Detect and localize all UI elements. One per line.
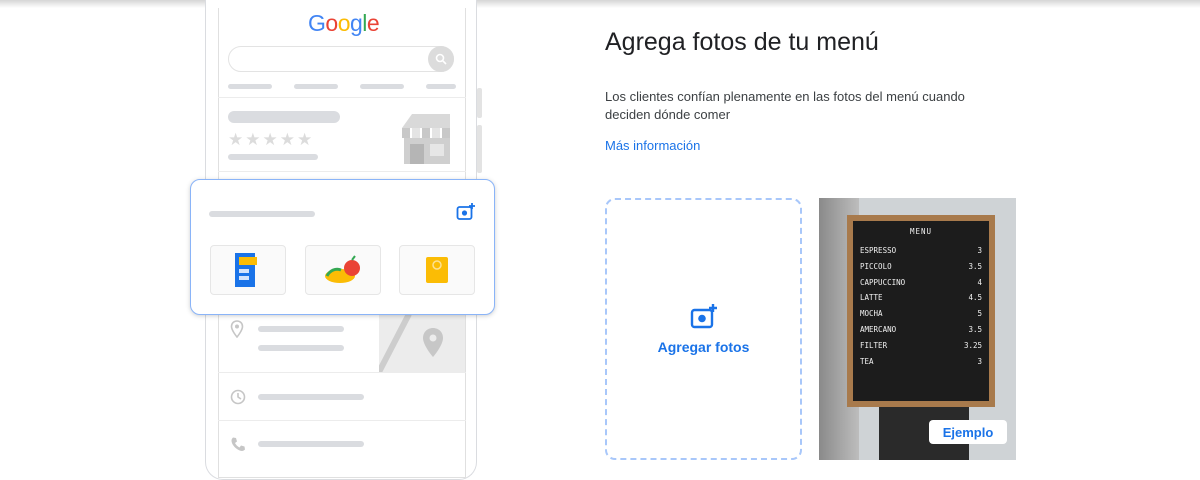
menu-board-row: TEA 3 <box>860 357 982 373</box>
map-thumbnail <box>376 312 465 377</box>
google-logo-letter: g <box>349 10 363 36</box>
menu-item-name: ESPRESSO <box>860 246 897 255</box>
divider <box>218 372 466 373</box>
menu-item-price: 3.25 <box>963 340 982 350</box>
search-icon <box>428 46 454 72</box>
divider <box>218 97 466 98</box>
menu-item-name: FILTER <box>860 340 888 350</box>
placeholder-bar <box>426 84 456 89</box>
menu-board-row: CAPPUCCINO 4 <box>860 278 982 294</box>
preview-search-bar <box>228 46 454 72</box>
google-logo-letter: o <box>337 10 351 36</box>
menu-photo-icon <box>235 253 257 287</box>
placeholder-bar <box>258 441 364 447</box>
drink-photo-icon <box>426 257 448 283</box>
placeholder-bar <box>258 326 344 332</box>
menu-photo-thumbnail <box>210 245 286 295</box>
menu-item-price: 3.5 <box>968 324 982 334</box>
menu-board-row: FILTER 3.25 <box>860 341 982 357</box>
description-text: Los clientes confían plenamente en las f… <box>605 89 965 122</box>
menu-item-price: 4 <box>977 277 982 287</box>
menu-board-row: PICCOLO 3.5 <box>860 262 982 278</box>
example-badge: Ejemplo <box>929 420 1007 444</box>
add-photo-icon <box>690 304 717 329</box>
add-photos-button[interactable]: Agregar fotos <box>605 198 802 460</box>
food-photo-icon <box>325 255 360 283</box>
placeholder-title-bar <box>228 111 340 123</box>
menu-item-price: 5 <box>977 309 982 319</box>
more-info-link[interactable]: Más información <box>605 138 700 153</box>
menu-item-price: 3 <box>977 246 982 255</box>
add-photo-icon <box>456 202 476 227</box>
menu-item-name: PICCOLO <box>860 261 892 271</box>
menu-item-name: CAPPUCCINO <box>860 277 906 287</box>
placeholder-bar <box>228 154 318 160</box>
drink-photo-thumbnail <box>399 245 475 295</box>
menu-board-title: MENU <box>909 227 933 236</box>
google-logo-letter: G <box>308 10 326 36</box>
menu-item-price: 4.5 <box>968 293 982 303</box>
placeholder-bar <box>228 84 272 89</box>
placeholder-bar <box>209 211 315 217</box>
star-rating: ★★★★★ <box>228 130 315 149</box>
menu-board-row: ESPRESSO 3 <box>860 246 982 262</box>
divider <box>218 420 466 421</box>
location-pin-icon <box>230 320 244 343</box>
menu-board: MENU ESPRESSO 3 PICCOLO 3.5 CAPPUCCINO 4 LATTE… <box>847 215 995 407</box>
menu-board-row: LATTE 4.5 <box>860 293 982 309</box>
menu-item-name: TEA <box>860 356 874 366</box>
menu-item-name: LATTE <box>860 293 883 303</box>
google-logo-letter: e <box>366 10 380 36</box>
phone-icon <box>230 436 246 457</box>
google-logo-letter: o <box>325 10 338 36</box>
menu-board-row: MOCHA 5 <box>860 309 982 325</box>
menu-item-price: 3 <box>977 356 982 366</box>
menu-item-price: 3.5 <box>968 261 982 271</box>
menu-photos-card-preview <box>190 179 495 315</box>
storefront-icon <box>398 112 454 171</box>
placeholder-bar <box>258 345 344 351</box>
placeholder-bar <box>294 84 338 89</box>
add-photos-label: Agregar fotos <box>657 339 750 355</box>
divider <box>218 171 466 172</box>
menu-item-name: MOCHA <box>860 309 883 319</box>
example-menu-photo: MENU ESPRESSO 3 PICCOLO 3.5 CAPPUCCINO 4 LATTE… <box>819 198 1016 460</box>
phone-side-button <box>477 125 482 173</box>
clock-icon <box>230 389 246 410</box>
food-photo-thumbnail <box>305 245 381 295</box>
menu-board-row: AMERCANO 3.5 <box>860 325 982 341</box>
placeholder-bar <box>258 394 364 400</box>
phone-side-button <box>477 88 482 118</box>
menu-item-name: AMERCANO <box>860 324 897 334</box>
page-title: Agrega fotos de tu menú <box>605 28 879 56</box>
google-logo: Google <box>308 10 380 37</box>
top-shadow-line <box>0 0 1200 8</box>
placeholder-bar <box>360 84 404 89</box>
